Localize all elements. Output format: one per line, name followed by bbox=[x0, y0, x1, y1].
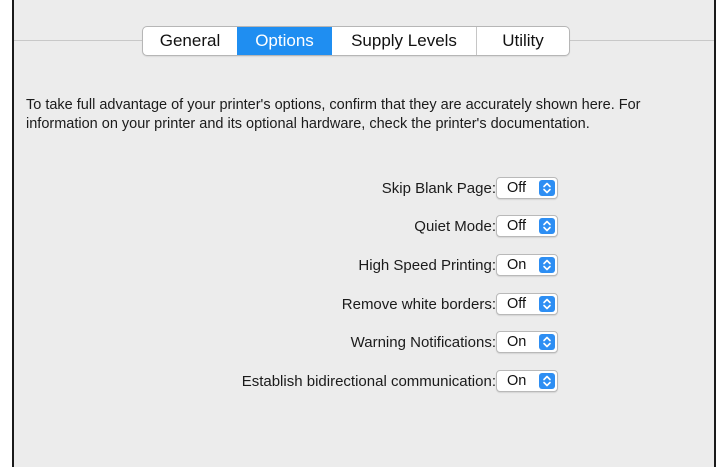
option-row-bidirectional-communication: Establish bidirectional communication: O… bbox=[14, 370, 718, 394]
popup-value: On bbox=[507, 373, 527, 389]
option-row-warning-notifications: Warning Notifications: On bbox=[14, 331, 718, 355]
popup-value: Off bbox=[507, 180, 527, 196]
up-down-chevrons-icon bbox=[539, 180, 555, 196]
up-down-chevrons-icon bbox=[539, 373, 555, 389]
tab-general[interactable]: General bbox=[143, 27, 237, 55]
popup-value: Off bbox=[507, 218, 527, 234]
option-label: Skip Blank Page: bbox=[381, 180, 496, 197]
popup-value: On bbox=[507, 334, 527, 350]
remove-white-borders-popup[interactable]: Off bbox=[496, 293, 558, 315]
option-row-remove-white-borders: Remove white borders: Off bbox=[14, 293, 718, 317]
option-row-skip-blank-page: Skip Blank Page: Off bbox=[14, 177, 718, 201]
option-label: Quiet Mode: bbox=[414, 218, 496, 235]
skip-blank-page-popup[interactable]: Off bbox=[496, 177, 558, 199]
intro-text: To take full advantage of your printer's… bbox=[26, 97, 641, 132]
tab-options[interactable]: Options bbox=[237, 27, 331, 55]
warning-notifications-popup[interactable]: On bbox=[496, 331, 558, 353]
up-down-chevrons-icon bbox=[539, 334, 555, 350]
tab-supply-levels[interactable]: Supply Levels bbox=[331, 27, 476, 55]
popup-value: On bbox=[507, 257, 527, 273]
bidirectional-communication-popup[interactable]: On bbox=[496, 370, 558, 392]
popup-value: Off bbox=[507, 296, 527, 312]
option-label: Warning Notifications: bbox=[350, 334, 496, 351]
option-label: High Speed Printing: bbox=[358, 257, 496, 274]
printer-options-panel: General Options Supply Levels Utility To… bbox=[12, 0, 716, 467]
tab-utility[interactable]: Utility bbox=[476, 27, 569, 55]
up-down-chevrons-icon bbox=[539, 257, 555, 273]
option-row-high-speed-printing: High Speed Printing: On bbox=[14, 254, 718, 278]
tab-bar: General Options Supply Levels Utility bbox=[142, 26, 570, 56]
option-label: Establish bidirectional communication: bbox=[241, 373, 496, 390]
quiet-mode-popup[interactable]: Off bbox=[496, 215, 558, 237]
high-speed-printing-popup[interactable]: On bbox=[496, 254, 558, 276]
option-label: Remove white borders: bbox=[341, 296, 496, 313]
up-down-chevrons-icon bbox=[539, 218, 555, 234]
option-row-quiet-mode: Quiet Mode: Off bbox=[14, 215, 718, 239]
up-down-chevrons-icon bbox=[539, 296, 555, 312]
